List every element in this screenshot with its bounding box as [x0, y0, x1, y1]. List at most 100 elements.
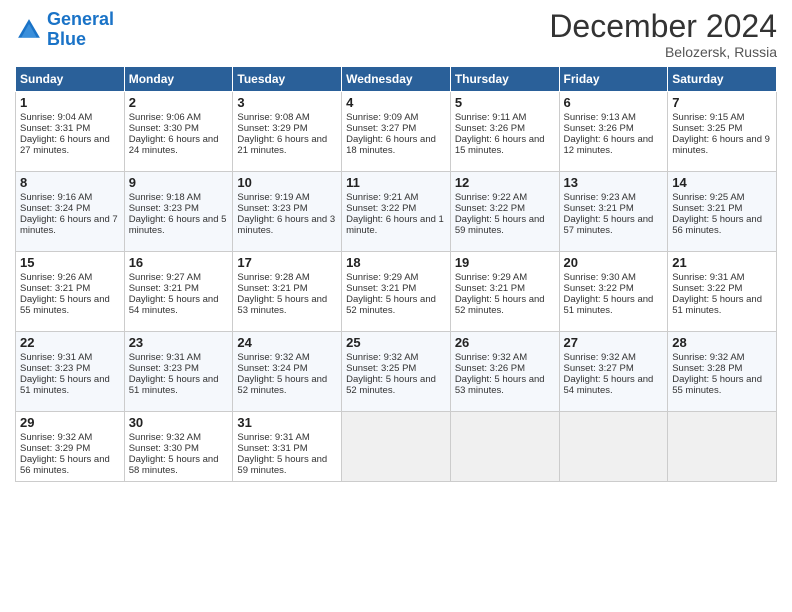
sunset-text: Sunset: 3:27 PM [346, 123, 416, 134]
daylight-text: Daylight: 5 hours and 51 minutes. [672, 294, 762, 316]
day-number: 25 [346, 335, 446, 350]
sunset-text: Sunset: 3:21 PM [20, 283, 90, 294]
sunset-text: Sunset: 3:21 PM [455, 283, 525, 294]
week-row-5: 29Sunrise: 9:32 AMSunset: 3:29 PMDayligh… [16, 412, 777, 482]
sunrise-text: Sunrise: 9:18 AM [129, 192, 201, 203]
calendar-cell: 6Sunrise: 9:13 AMSunset: 3:26 PMDaylight… [559, 92, 668, 172]
calendar-cell: 23Sunrise: 9:31 AMSunset: 3:23 PMDayligh… [124, 332, 233, 412]
sunrise-text: Sunrise: 9:32 AM [20, 432, 92, 443]
day-number: 12 [455, 175, 555, 190]
calendar-cell: 7Sunrise: 9:15 AMSunset: 3:25 PMDaylight… [668, 92, 777, 172]
sunset-text: Sunset: 3:30 PM [129, 123, 199, 134]
calendar-cell [450, 412, 559, 482]
sunrise-text: Sunrise: 9:32 AM [129, 432, 201, 443]
calendar-cell: 1Sunrise: 9:04 AMSunset: 3:31 PMDaylight… [16, 92, 125, 172]
sunrise-text: Sunrise: 9:25 AM [672, 192, 744, 203]
week-row-1: 1Sunrise: 9:04 AMSunset: 3:31 PMDaylight… [16, 92, 777, 172]
sunset-text: Sunset: 3:26 PM [455, 363, 525, 374]
daylight-text: Daylight: 6 hours and 7 minutes. [20, 214, 118, 236]
sunset-text: Sunset: 3:30 PM [129, 443, 199, 454]
daylight-text: Daylight: 6 hours and 5 minutes. [129, 214, 227, 236]
sunrise-text: Sunrise: 9:04 AM [20, 112, 92, 123]
calendar-cell: 13Sunrise: 9:23 AMSunset: 3:21 PMDayligh… [559, 172, 668, 252]
day-number: 26 [455, 335, 555, 350]
daylight-text: Daylight: 6 hours and 12 minutes. [564, 134, 654, 156]
calendar-cell: 30Sunrise: 9:32 AMSunset: 3:30 PMDayligh… [124, 412, 233, 482]
day-number: 14 [672, 175, 772, 190]
day-number: 15 [20, 255, 120, 270]
logo: General Blue [15, 10, 114, 50]
sunset-text: Sunset: 3:24 PM [20, 203, 90, 214]
sunrise-text: Sunrise: 9:32 AM [564, 352, 636, 363]
calendar-cell: 19Sunrise: 9:29 AMSunset: 3:21 PMDayligh… [450, 252, 559, 332]
day-number: 24 [237, 335, 337, 350]
col-header-thursday: Thursday [450, 67, 559, 92]
sunset-text: Sunset: 3:24 PM [237, 363, 307, 374]
week-row-3: 15Sunrise: 9:26 AMSunset: 3:21 PMDayligh… [16, 252, 777, 332]
sunrise-text: Sunrise: 9:19 AM [237, 192, 309, 203]
week-row-2: 8Sunrise: 9:16 AMSunset: 3:24 PMDaylight… [16, 172, 777, 252]
daylight-text: Daylight: 5 hours and 52 minutes. [346, 374, 436, 396]
calendar-cell: 29Sunrise: 9:32 AMSunset: 3:29 PMDayligh… [16, 412, 125, 482]
calendar-cell: 28Sunrise: 9:32 AMSunset: 3:28 PMDayligh… [668, 332, 777, 412]
sunset-text: Sunset: 3:22 PM [672, 283, 742, 294]
daylight-text: Daylight: 5 hours and 53 minutes. [237, 294, 327, 316]
calendar-cell: 24Sunrise: 9:32 AMSunset: 3:24 PMDayligh… [233, 332, 342, 412]
day-number: 7 [672, 95, 772, 110]
calendar-cell: 18Sunrise: 9:29 AMSunset: 3:21 PMDayligh… [342, 252, 451, 332]
sunset-text: Sunset: 3:23 PM [129, 363, 199, 374]
sunrise-text: Sunrise: 9:27 AM [129, 272, 201, 283]
calendar-cell [342, 412, 451, 482]
daylight-text: Daylight: 5 hours and 51 minutes. [20, 374, 110, 396]
col-header-saturday: Saturday [668, 67, 777, 92]
sunrise-text: Sunrise: 9:30 AM [564, 272, 636, 283]
day-number: 16 [129, 255, 229, 270]
daylight-text: Daylight: 5 hours and 56 minutes. [672, 214, 762, 236]
sunset-text: Sunset: 3:29 PM [237, 123, 307, 134]
sunrise-text: Sunrise: 9:26 AM [20, 272, 92, 283]
day-number: 19 [455, 255, 555, 270]
calendar-cell: 15 Sunrise: 9:26 AMSunset: 3:21 PMDayligh… [16, 252, 125, 332]
sunset-text: Sunset: 3:29 PM [20, 443, 90, 454]
calendar-cell: 25Sunrise: 9:32 AMSunset: 3:25 PMDayligh… [342, 332, 451, 412]
day-number: 8 [20, 175, 120, 190]
sunset-text: Sunset: 3:22 PM [564, 283, 634, 294]
day-number: 1 [20, 95, 120, 110]
daylight-text: Daylight: 5 hours and 51 minutes. [564, 294, 654, 316]
sunset-text: Sunset: 3:21 PM [672, 203, 742, 214]
sunset-text: Sunset: 3:21 PM [346, 283, 416, 294]
daylight-text: Daylight: 5 hours and 53 minutes. [455, 374, 545, 396]
calendar-cell: 31Sunrise: 9:31 AMSunset: 3:31 PMDayligh… [233, 412, 342, 482]
sunset-text: Sunset: 3:21 PM [564, 203, 634, 214]
col-header-sunday: Sunday [16, 67, 125, 92]
daylight-text: Daylight: 5 hours and 55 minutes. [20, 294, 110, 316]
day-number: 6 [564, 95, 664, 110]
sunset-text: Sunset: 3:21 PM [237, 283, 307, 294]
day-number: 30 [129, 415, 229, 430]
daylight-text: Daylight: 5 hours and 59 minutes. [455, 214, 545, 236]
calendar-cell: 8Sunrise: 9:16 AMSunset: 3:24 PMDaylight… [16, 172, 125, 252]
daylight-text: Daylight: 5 hours and 52 minutes. [237, 374, 327, 396]
sunset-text: Sunset: 3:22 PM [455, 203, 525, 214]
calendar-cell: 20Sunrise: 9:30 AMSunset: 3:22 PMDayligh… [559, 252, 668, 332]
calendar-cell: 22Sunrise: 9:31 AMSunset: 3:23 PMDayligh… [16, 332, 125, 412]
sunrise-text: Sunrise: 9:22 AM [455, 192, 527, 203]
sunset-text: Sunset: 3:23 PM [237, 203, 307, 214]
calendar-cell: 2Sunrise: 9:06 AMSunset: 3:30 PMDaylight… [124, 92, 233, 172]
sunset-text: Sunset: 3:26 PM [455, 123, 525, 134]
day-number: 27 [564, 335, 664, 350]
calendar-cell: 27Sunrise: 9:32 AMSunset: 3:27 PMDayligh… [559, 332, 668, 412]
sunset-text: Sunset: 3:25 PM [672, 123, 742, 134]
daylight-text: Daylight: 6 hours and 27 minutes. [20, 134, 110, 156]
day-number: 21 [672, 255, 772, 270]
logo-general: General [47, 9, 114, 29]
week-row-4: 22Sunrise: 9:31 AMSunset: 3:23 PMDayligh… [16, 332, 777, 412]
sunrise-text: Sunrise: 9:08 AM [237, 112, 309, 123]
sunset-text: Sunset: 3:27 PM [564, 363, 634, 374]
calendar-cell: 4Sunrise: 9:09 AMSunset: 3:27 PMDaylight… [342, 92, 451, 172]
header: General Blue December 2024 Belozersk, Ru… [15, 10, 777, 60]
sunset-text: Sunset: 3:28 PM [672, 363, 742, 374]
calendar-cell: 21Sunrise: 9:31 AMSunset: 3:22 PMDayligh… [668, 252, 777, 332]
daylight-text: Daylight: 5 hours and 55 minutes. [672, 374, 762, 396]
sunrise-text: Sunrise: 9:32 AM [455, 352, 527, 363]
